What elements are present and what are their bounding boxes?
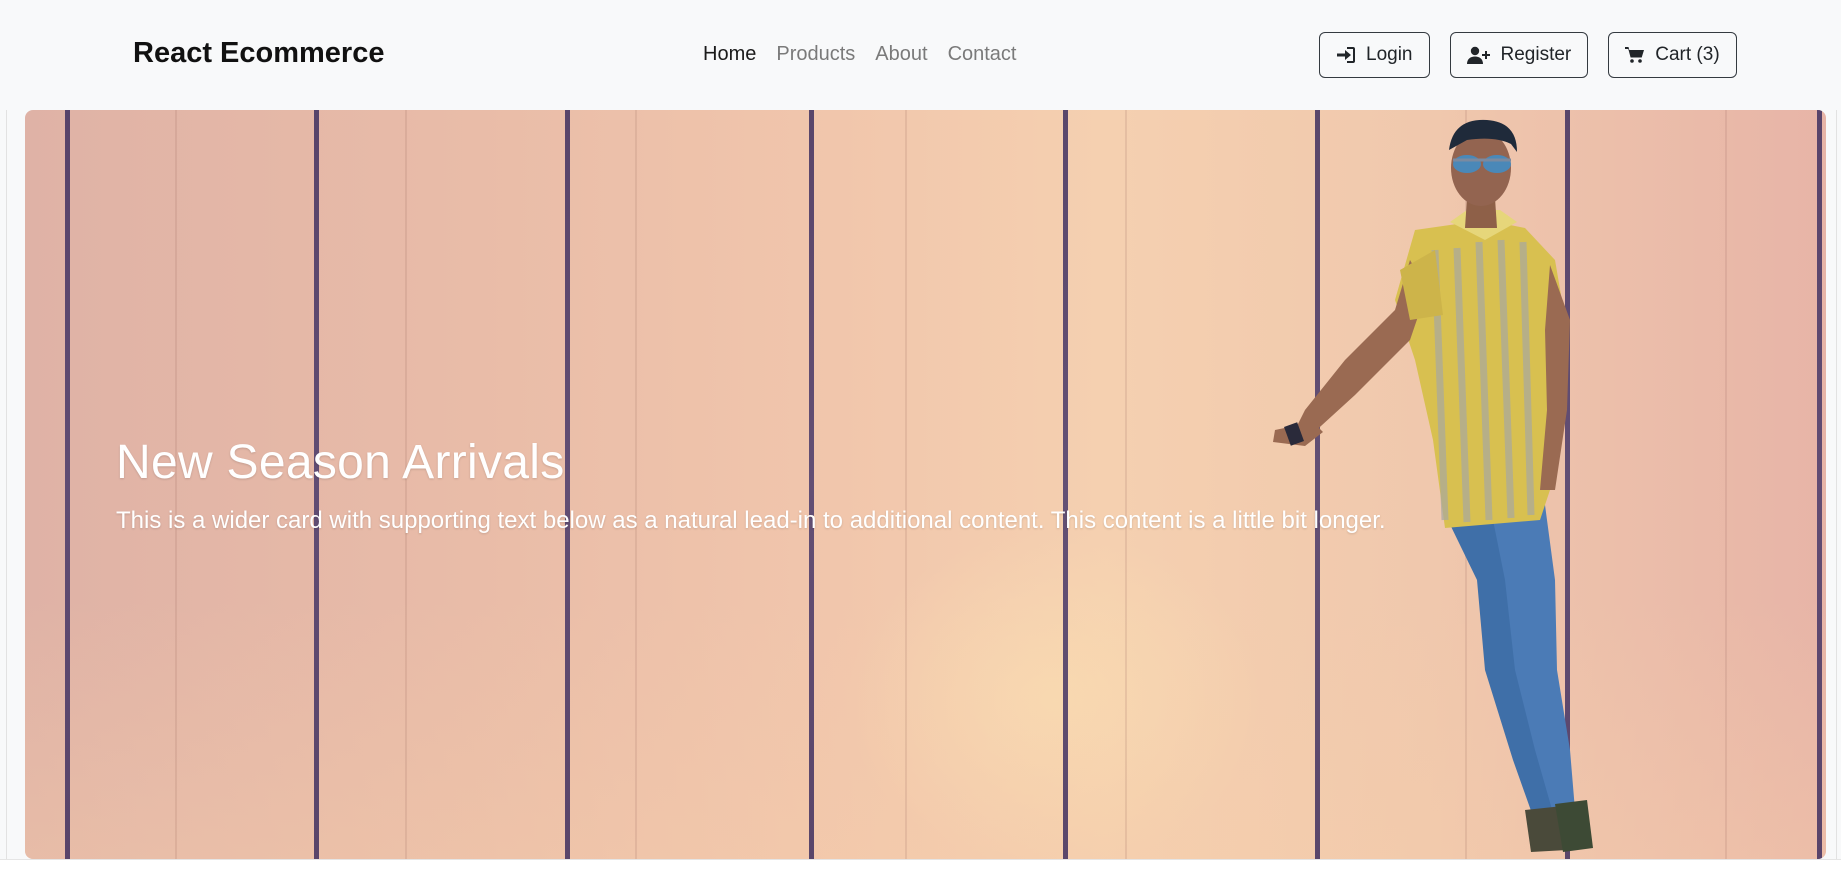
wood-grain <box>1725 110 1727 859</box>
model-person-image <box>1273 119 1593 852</box>
wood-grain <box>635 110 637 859</box>
login-button[interactable]: Login <box>1319 32 1430 78</box>
register-label: Register <box>1500 44 1572 65</box>
plank-divider <box>1817 110 1822 859</box>
brand-logo[interactable]: React Ecommerce <box>133 37 384 70</box>
plank-divider <box>565 110 570 859</box>
hero-title: New Season Arrivals <box>116 436 565 489</box>
wood-grain <box>905 110 907 859</box>
cart-label: Cart (3) <box>1655 44 1720 65</box>
sign-in-icon <box>1336 46 1356 64</box>
wood-grain <box>1125 110 1127 859</box>
navbar: React Ecommerce Home Products About Cont… <box>7 0 1841 110</box>
plank-divider <box>809 110 814 859</box>
register-button[interactable]: Register <box>1449 32 1589 78</box>
login-label: Login <box>1366 44 1413 65</box>
page-bottom-strip <box>0 859 1841 892</box>
page: React Ecommerce Home Products About Cont… <box>0 0 1841 892</box>
nav-link-contact[interactable]: Contact <box>948 43 1017 66</box>
hero-description: This is a wider card with supporting tex… <box>116 507 1386 534</box>
plank-divider <box>65 110 70 859</box>
nav-link-about[interactable]: About <box>875 43 927 66</box>
nav-link-products[interactable]: Products <box>776 43 855 66</box>
nav-buttons: Login Register Cart (3) <box>1319 32 1737 78</box>
nav-link-home[interactable]: Home <box>703 43 756 66</box>
user-plus-icon <box>1466 46 1491 64</box>
hero-banner: New Season Arrivals This is a wider card… <box>25 110 1826 859</box>
cart-button[interactable]: Cart (3) <box>1608 32 1737 78</box>
plank-divider <box>1063 110 1068 859</box>
nav-links: Home Products About Contact <box>703 43 1017 66</box>
shopping-cart-icon <box>1625 46 1645 64</box>
